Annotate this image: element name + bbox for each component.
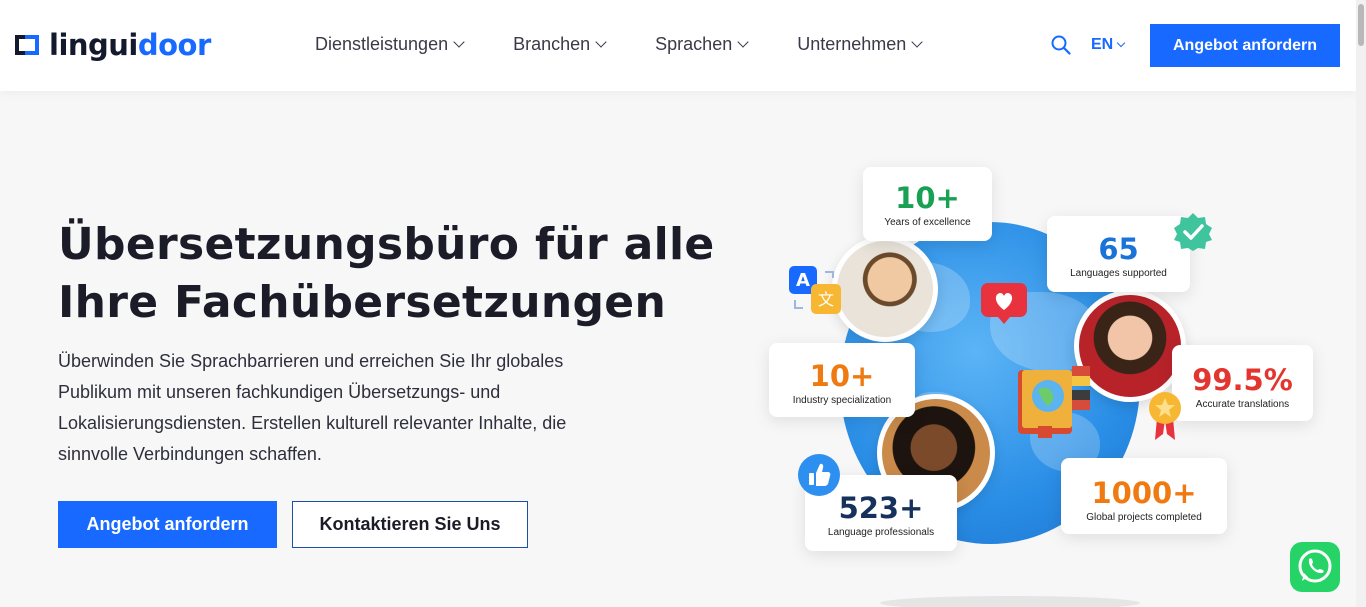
language-switcher[interactable]: EN [1091, 36, 1126, 54]
nav-label: Unternehmen [797, 34, 907, 54]
nav-label: Sprachen [655, 34, 733, 54]
verified-badge-icon [1173, 212, 1213, 257]
chevron-down-icon [453, 36, 465, 48]
heart-icon [980, 282, 1028, 331]
logo-mark-icon [15, 33, 45, 57]
logo-wordmark: linguidoor [49, 28, 211, 62]
hero-title: Übersetzungsbüro für alle Ihre Fachübers… [58, 216, 718, 332]
stat-label: Languages supported [1070, 268, 1167, 279]
chevron-down-icon [595, 36, 607, 48]
request-quote-button-header[interactable]: Angebot anfordern [1150, 24, 1340, 67]
stat-value: 1000+ [1091, 476, 1197, 510]
stat-card-industry: 10+ Industry specialization [769, 343, 915, 417]
site-header: linguidoor Dienstleistungen Branchen Spr… [0, 0, 1356, 91]
translate-icon: A 文 [787, 264, 845, 321]
scrollbar-thumb[interactable] [1358, 4, 1364, 46]
award-ribbon-icon [1145, 390, 1185, 447]
hero-description: Überwinden Sie Sprachbarrieren und errei… [58, 351, 567, 464]
nav-item-branchen[interactable]: Branchen [513, 34, 607, 55]
page-scrollbar[interactable] [1356, 0, 1366, 607]
globe-shadow [880, 596, 1140, 607]
stat-card-projects: 1000+ Global projects completed [1061, 458, 1227, 534]
request-quote-button[interactable]: Angebot anfordern [58, 501, 277, 548]
svg-text:文: 文 [818, 290, 834, 309]
whatsapp-icon[interactable] [1290, 542, 1340, 597]
nav-label: Branchen [513, 34, 591, 54]
stat-label: Accurate translations [1195, 399, 1290, 410]
stat-card-languages: 65 Languages supported [1047, 216, 1190, 292]
stat-value: 10+ [895, 181, 960, 215]
thumbs-up-icon [797, 453, 841, 502]
linguidoor-logo[interactable]: linguidoor [15, 28, 211, 62]
nav-item-unternehmen[interactable]: Unternehmen [797, 34, 923, 55]
chevron-down-icon [911, 36, 923, 48]
book-icon [1016, 362, 1092, 445]
chevron-down-icon [737, 36, 749, 48]
stat-label: Global projects completed [1086, 512, 1202, 523]
stat-card-years: 10+ Years of excellence [863, 167, 992, 241]
hero-title-line1: Übersetzungsbüro für alle [58, 219, 715, 270]
language-label: EN [1091, 36, 1114, 53]
nav-label: Dienstleistungen [315, 34, 449, 54]
stat-value: 99.5% [1192, 363, 1293, 397]
main-nav: Dienstleistungen Branchen Sprachen Unter… [315, 34, 971, 55]
nav-item-sprachen[interactable]: Sprachen [655, 34, 749, 55]
stat-label: Language professionals [827, 527, 935, 538]
avatar-man-phone [832, 236, 938, 342]
contact-us-button[interactable]: Kontaktieren Sie Uns [292, 501, 528, 548]
stat-value: 65 [1098, 232, 1139, 266]
hero-title-line2: Ihre Fachübersetzungen [58, 277, 667, 328]
svg-text:A: A [796, 270, 810, 291]
search-icon[interactable] [1051, 35, 1071, 55]
nav-item-dienstleistungen[interactable]: Dienstleistungen [315, 34, 465, 55]
chevron-down-icon [1116, 38, 1126, 48]
stat-label: Industry specialization [792, 395, 892, 406]
stat-value: 10+ [809, 359, 875, 393]
stat-label: Years of excellence [884, 217, 971, 228]
stat-card-accuracy: 99.5% Accurate translations [1172, 345, 1313, 421]
